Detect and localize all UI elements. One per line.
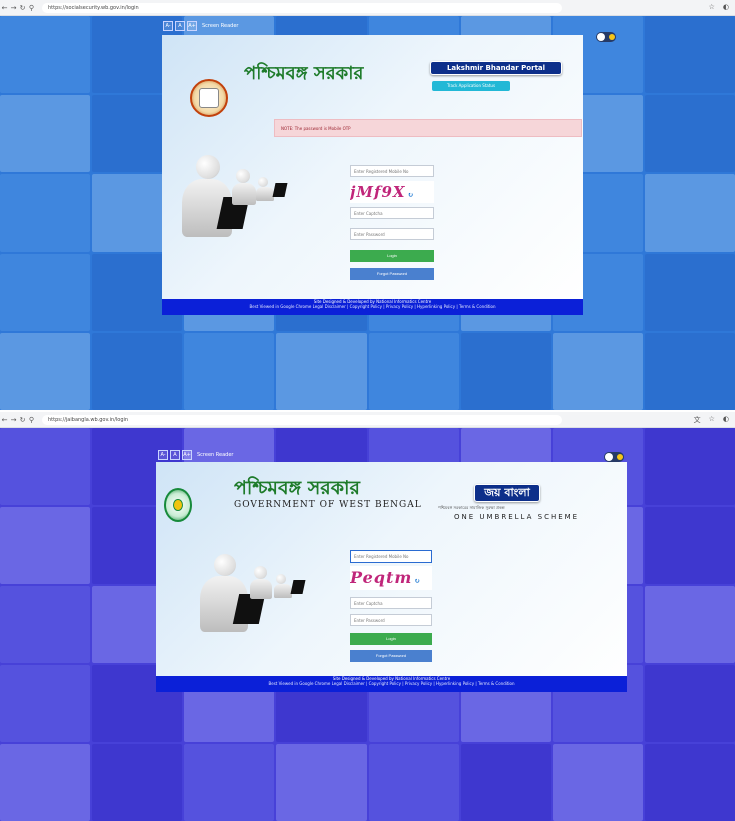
captcha-image: Peqtm ↻ xyxy=(350,566,432,590)
reload-icon[interactable]: ↻ xyxy=(18,416,27,424)
screenshot-bottom: ← → ↻ ⚲ https://jaibangla.wb.gov.in/logi… xyxy=(0,412,735,821)
captcha-text: Peqtm xyxy=(350,568,413,587)
login-button[interactable]: Login xyxy=(350,633,432,645)
site-info-icon[interactable]: ⚲ xyxy=(27,416,36,424)
toggle-knob xyxy=(597,33,605,41)
mobile-input[interactable] xyxy=(350,550,432,563)
back-icon[interactable]: ← xyxy=(0,416,9,424)
state-emblem-icon xyxy=(164,488,192,522)
browser-toolbar: ← → ↻ ⚲ https://socialsecurity.wb.gov.in… xyxy=(0,0,735,16)
screen-reader-link[interactable]: Screen Reader xyxy=(197,452,233,458)
forward-icon[interactable]: → xyxy=(9,4,18,12)
bookmark-icon[interactable]: ☆ xyxy=(709,415,715,425)
forward-icon[interactable]: → xyxy=(9,416,18,424)
track-application-button[interactable]: Track Application Status xyxy=(432,81,510,91)
scheme-caption-bengali: পশ্চিমবঙ্গ সরকারের সামাজিক সুরক্ষা প্রকল… xyxy=(438,505,505,510)
scheme-badge: জয় বাংলা xyxy=(474,484,540,502)
translate-icon[interactable]: 文 xyxy=(694,415,701,425)
header-title-english: GOVERNMENT OF WEST BENGAL xyxy=(234,500,422,510)
captcha-image: jMf9X ↻ xyxy=(350,181,434,203)
footer-links[interactable]: Best Viewed in Google Chrome Legal Discl… xyxy=(156,681,627,686)
people-illustration xyxy=(196,554,316,650)
screen-reader-link[interactable]: Screen Reader xyxy=(202,23,238,29)
refresh-captcha-icon[interactable]: ↻ xyxy=(408,190,415,199)
profile-icon[interactable]: ◐ xyxy=(723,3,729,11)
sun-icon xyxy=(609,34,615,40)
increase-font-button[interactable]: A+ xyxy=(187,21,197,31)
password-note: NOTE: The password is Mobile OTP xyxy=(274,119,582,137)
refresh-captcha-icon[interactable]: ↻ xyxy=(414,576,421,585)
profile-icon[interactable]: ◐ xyxy=(723,415,729,425)
login-button[interactable]: Login xyxy=(350,250,434,262)
theme-toggle[interactable] xyxy=(596,32,616,42)
bookmark-icon[interactable]: ☆ xyxy=(709,3,715,11)
scheme-name: ONE UMBRELLA SCHEME xyxy=(454,513,580,521)
site-footer: Site Designed & Developed by National In… xyxy=(162,299,583,315)
login-panel: পশ্চিমবঙ্গ সরকার GOVERNMENT OF WEST BENG… xyxy=(156,462,627,688)
captcha-input[interactable] xyxy=(350,207,434,219)
theme-toggle[interactable] xyxy=(604,452,624,462)
decrease-font-button[interactable]: A- xyxy=(158,450,168,460)
footer-links[interactable]: Best Viewed in Google Chrome Legal Discl… xyxy=(162,304,583,309)
address-bar[interactable]: https://jaibangla.wb.gov.in/login xyxy=(42,414,562,425)
screenshot-top: ← → ↻ ⚲ https://socialsecurity.wb.gov.in… xyxy=(0,0,735,410)
accessibility-controls: A- A A+ Screen Reader xyxy=(163,21,238,31)
state-emblem-icon xyxy=(190,79,228,117)
normal-font-button[interactable]: A xyxy=(170,450,180,460)
site-footer: Site Designed & Developed by National In… xyxy=(156,676,627,692)
sun-icon xyxy=(617,454,623,460)
site-info-icon[interactable]: ⚲ xyxy=(27,4,36,12)
portal-badge: Lakshmir Bhandar Portal xyxy=(430,61,562,75)
forgot-password-button[interactable]: Forgot Password xyxy=(350,268,434,280)
back-icon[interactable]: ← xyxy=(0,4,9,12)
reload-icon[interactable]: ↻ xyxy=(18,4,27,12)
password-input[interactable] xyxy=(350,228,434,240)
password-input[interactable] xyxy=(350,614,432,626)
header-title-bengali: পশ্চিমবঙ্গ সরকার xyxy=(244,63,364,84)
accessibility-controls: A- A A+ Screen Reader xyxy=(158,450,233,460)
toggle-knob xyxy=(605,453,613,461)
login-panel: পশ্চিমবঙ্গ সরকার Lakshmir Bhandar Portal… xyxy=(162,35,583,299)
mobile-input[interactable] xyxy=(350,165,434,177)
increase-font-button[interactable]: A+ xyxy=(182,450,192,460)
captcha-input[interactable] xyxy=(350,597,432,609)
people-illustration xyxy=(176,155,296,255)
normal-font-button[interactable]: A xyxy=(175,21,185,31)
address-bar[interactable]: https://socialsecurity.wb.gov.in/login xyxy=(42,2,562,13)
forgot-password-button[interactable]: Forgot Password xyxy=(350,650,432,662)
decrease-font-button[interactable]: A- xyxy=(163,21,173,31)
browser-toolbar: ← → ↻ ⚲ https://jaibangla.wb.gov.in/logi… xyxy=(0,412,735,428)
captcha-text: jMf9X xyxy=(350,183,406,201)
